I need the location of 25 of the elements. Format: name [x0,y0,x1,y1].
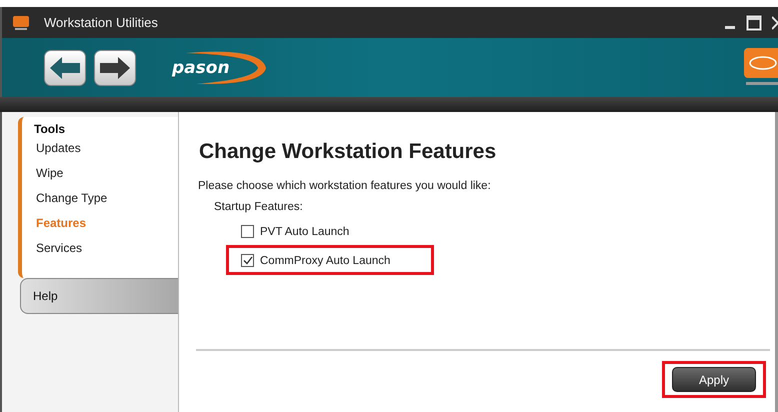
right-arrow-icon [100,56,130,78]
sidebar-item[interactable]: Services [32,236,178,261]
checkbox-label: PVT Auto Launch [260,226,350,238]
back-button[interactable] [44,50,86,86]
window-title: Workstation Utilities [44,15,158,30]
sidebar-item[interactable]: Change Type [32,186,178,211]
section-heading: Tools [34,122,66,136]
forward-button[interactable] [94,50,136,86]
feature-checkbox[interactable]: PVT Auto Launch [241,225,350,238]
close-icon[interactable] [772,14,778,30]
sidebar-item[interactable]: Wipe [32,161,178,186]
checkbox[interactable] [241,254,254,267]
left-arrow-icon [50,56,80,78]
app-icon [12,14,30,30]
instruction-text: Please choose which workstation features you would like: [198,180,492,192]
group-label: Startup Features: [214,201,304,213]
maximize-icon[interactable] [746,14,762,30]
sidebar-item[interactable]: Updates [32,136,178,161]
page-heading: Change Workstation Features [199,140,498,164]
feature-checkbox[interactable]: CommProxy Auto Launch [241,254,390,267]
checkmark-icon [242,256,252,265]
apply-button[interactable]: Apply [672,367,756,392]
checkbox[interactable] [241,225,254,238]
help-tab[interactable]: Help [20,278,178,314]
checkbox-label: CommProxy Auto Launch [260,254,390,266]
